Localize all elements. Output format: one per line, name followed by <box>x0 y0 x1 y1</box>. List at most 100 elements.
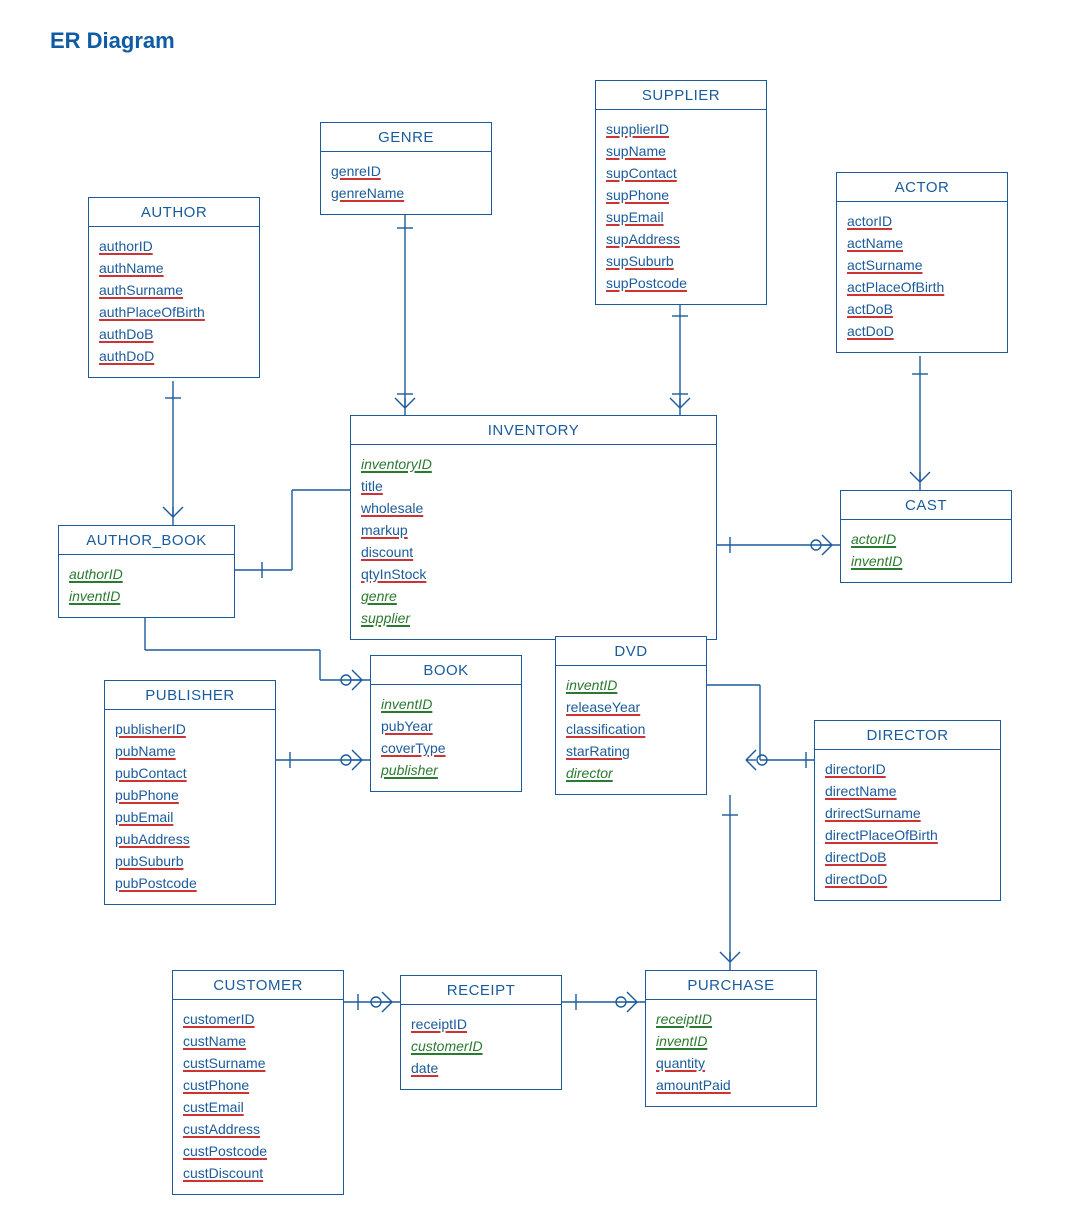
attr: actSurname <box>847 254 997 276</box>
attrs: inventIDpubYearcoverTypepublisher <box>371 685 521 791</box>
attr: supName <box>606 140 756 162</box>
attrs: receiptIDinventIDquantityamountPaid <box>646 1000 816 1106</box>
attr: actorID <box>847 210 997 232</box>
attr: genreID <box>331 160 481 182</box>
attr: inventID <box>69 585 224 607</box>
entity-book: BOOKinventIDpubYearcoverTypepublisher <box>370 655 522 792</box>
entity-author_book: AUTHOR_BOOK authorIDinventID <box>58 525 235 618</box>
attr: directName <box>825 780 990 802</box>
attr: custSurname <box>183 1052 333 1074</box>
attr: inventID <box>381 693 511 715</box>
entity-name: CUSTOMER <box>173 971 343 1000</box>
attr: inventID <box>656 1030 806 1052</box>
entity-dvd: DVDinventIDreleaseYearclassificationstar… <box>555 636 707 795</box>
attr: actorID <box>851 528 1001 550</box>
entity-name: GENRE <box>321 123 491 152</box>
entity-name: DVD <box>556 637 706 666</box>
entity-name: CAST <box>841 491 1011 520</box>
attr: pubAddress <box>115 828 265 850</box>
attr: authorID <box>69 563 224 585</box>
attr: directorID <box>825 758 990 780</box>
attr: title <box>361 475 706 497</box>
attr: actName <box>847 232 997 254</box>
entity-name: BOOK <box>371 656 521 685</box>
attr: drirectSurname <box>825 802 990 824</box>
attr: receiptID <box>656 1008 806 1030</box>
entity-author: AUTHORauthorIDauthNameauthSurnameauthPla… <box>88 197 260 378</box>
attr: supplierID <box>606 118 756 140</box>
entity-name: AUTHOR <box>89 198 259 227</box>
attr: actDoD <box>847 320 997 342</box>
attr: amountPaid <box>656 1074 806 1096</box>
entity-director: DIRECTORdirectorIDdirectNamedrirectSurna… <box>814 720 1001 901</box>
attrs: supplierIDsupNamesupContactsupPhonesupEm… <box>596 110 766 304</box>
entity-name: PUBLISHER <box>105 681 275 710</box>
attr: publisher <box>381 759 511 781</box>
attrs: actorIDactNameactSurnameactPlaceOfBirtha… <box>837 202 1007 352</box>
attr: authPlaceOfBirth <box>99 301 249 323</box>
attr: discount <box>361 541 706 563</box>
attr: custPostcode <box>183 1140 333 1162</box>
entity-name: RECEIPT <box>401 976 561 1005</box>
attr: customerID <box>183 1008 333 1030</box>
attr: publisherID <box>115 718 265 740</box>
attr: wholesale <box>361 497 706 519</box>
attr: supContact <box>606 162 756 184</box>
attr: markup <box>361 519 706 541</box>
er-diagram-canvas: ER Diagram AUTHORauthorIDauthNameauthSur… <box>0 0 1076 1224</box>
attrs: receiptIDcustomerIDdate <box>401 1005 561 1089</box>
attr: supPostcode <box>606 272 756 294</box>
entity-name: SUPPLIER <box>596 81 766 110</box>
attr: actDoB <box>847 298 997 320</box>
attrs: actorIDinventID <box>841 520 1011 582</box>
attr: custPhone <box>183 1074 333 1096</box>
attr: inventoryID <box>361 453 706 475</box>
entity-supplier: SUPPLIERsupplierIDsupNamesupContactsupPh… <box>595 80 767 305</box>
attr: starRating <box>566 740 696 762</box>
attr: genre <box>361 585 706 607</box>
attr: pubContact <box>115 762 265 784</box>
attr: releaseYear <box>566 696 696 718</box>
entity-name: AUTHOR_BOOK <box>59 526 234 555</box>
attr: genreName <box>331 182 481 204</box>
attr: coverType <box>381 737 511 759</box>
attr: authSurname <box>99 279 249 301</box>
attr: supEmail <box>606 206 756 228</box>
attrs: directorIDdirectNamedrirectSurname direct… <box>815 750 1000 900</box>
page-title: ER Diagram <box>50 28 175 54</box>
entity-name: PURCHASE <box>646 971 816 1000</box>
entity-name: ACTOR <box>837 173 1007 202</box>
entity-purchase: PURCHASEreceiptIDinventIDquantityamountP… <box>645 970 817 1107</box>
attr: pubYear <box>381 715 511 737</box>
attr: pubSuburb <box>115 850 265 872</box>
attr: custAddress <box>183 1118 333 1140</box>
attrs: publisherIDpubNamepubContactpubPhonepubE… <box>105 710 275 904</box>
attr: classification <box>566 718 696 740</box>
attrs: genreIDgenreName <box>321 152 491 214</box>
attr: pubName <box>115 740 265 762</box>
attr: customerID <box>411 1035 551 1057</box>
attr: pubEmail <box>115 806 265 828</box>
entity-inventory: INVENTORYinventoryIDtitlewholesalemarkup… <box>350 415 717 640</box>
attr: inventID <box>851 550 1001 572</box>
attr: date <box>411 1057 551 1079</box>
attrs: customerIDcustNamecustSurnamecustPhonecu… <box>173 1000 343 1194</box>
attr: directDoB <box>825 846 990 868</box>
entity-actor: ACTORactorIDactNameactSurnameactPlaceOfB… <box>836 172 1008 353</box>
attr: directDoD <box>825 868 990 890</box>
attrs: inventIDreleaseYearclassificationstarRat… <box>556 666 706 794</box>
entity-genre: GENREgenreIDgenreName <box>320 122 492 215</box>
attr: custDiscount <box>183 1162 333 1184</box>
attr: supPhone <box>606 184 756 206</box>
attrs: authorIDauthNameauthSurnameauthPlaceOfBi… <box>89 227 259 377</box>
entity-name: DIRECTOR <box>815 721 1000 750</box>
entity-publisher: PUBLISHERpublisherIDpubNamepubContactpub… <box>104 680 276 905</box>
entity-cast: CASTactorIDinventID <box>840 490 1012 583</box>
attr: quantity <box>656 1052 806 1074</box>
entity-receipt: RECEIPTreceiptIDcustomerIDdate <box>400 975 562 1090</box>
attr: qtyInStock <box>361 563 706 585</box>
attr: custEmail <box>183 1096 333 1118</box>
attr: supSuburb <box>606 250 756 272</box>
attr: authorID <box>99 235 249 257</box>
attr: pubPhone <box>115 784 265 806</box>
